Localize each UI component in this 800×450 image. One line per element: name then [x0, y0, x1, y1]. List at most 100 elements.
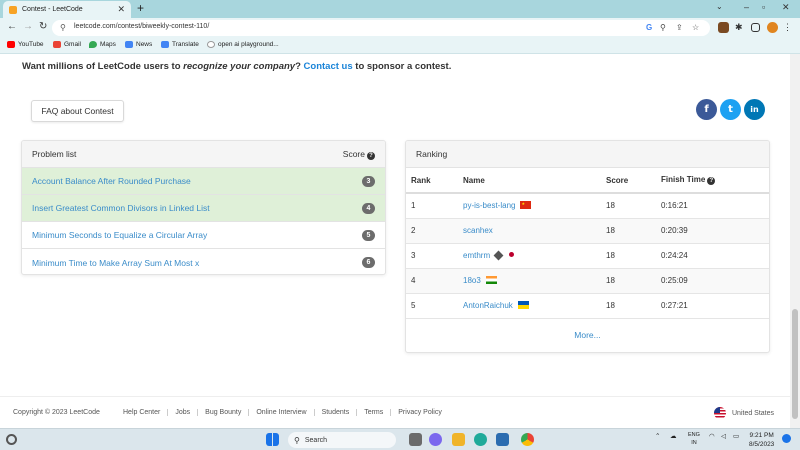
extension-icon[interactable] — [718, 22, 729, 33]
chat-icon[interactable] — [429, 433, 442, 446]
facebook-share-icon[interactable]: f — [696, 99, 717, 120]
problem-row[interactable]: Minimum Time to Make Array Sum At Most x… — [22, 249, 385, 274]
footer-link-bug-bounty[interactable]: Bug Bounty — [197, 409, 248, 416]
footer-link-online-interview[interactable]: Online Interview — [248, 409, 313, 416]
widgets-icon[interactable] — [6, 434, 17, 445]
browser-tab[interactable]: Contest - LeetCode ✕ — [3, 1, 131, 18]
more-ranking-link[interactable]: More... — [406, 318, 769, 350]
puzzle-extensions-icon[interactable]: ✱ — [735, 22, 746, 33]
footer-link-help-center[interactable]: Help Center — [123, 409, 167, 416]
cloud-icon[interactable]: ☁ — [670, 432, 677, 440]
language-indicator[interactable]: ENG IN — [688, 431, 700, 447]
ranking-table: Rank Name Score Finish Time? 1 py-is-best… — [406, 168, 769, 318]
finish-time-cell: 0:20:39 — [656, 217, 769, 243]
bookmark-news[interactable]: News — [125, 41, 152, 48]
taskbar-search[interactable]: ⚲ Search — [288, 432, 396, 448]
ranking-row: 4 18o3 18 0:25:09 — [406, 267, 769, 293]
user-profile-link[interactable]: py-is-best-lang — [463, 201, 515, 210]
reload-icon[interactable]: ↻ — [39, 21, 47, 32]
problem-score-badge: 3 — [362, 175, 375, 187]
footer-link-terms[interactable]: Terms — [356, 409, 390, 416]
india-flag-icon — [485, 276, 497, 284]
score-column-header: Score? — [343, 149, 375, 160]
side-panel-icon[interactable] — [751, 23, 760, 32]
google-icon — [207, 41, 215, 48]
back-arrow-icon[interactable]: ← — [7, 21, 17, 32]
new-tab-button[interactable]: + — [137, 1, 144, 15]
battery-icon[interactable]: ▭ — [733, 432, 739, 440]
contact-us-link[interactable]: Contact us — [304, 61, 353, 72]
page-scrollbar[interactable] — [790, 54, 800, 428]
show-hidden-icons-icon[interactable]: ⌃ — [655, 432, 660, 440]
tab-title: Contest - LeetCode — [22, 6, 83, 13]
bookmark-maps[interactable]: Maps — [89, 41, 116, 48]
menu-dots-icon[interactable]: ⋮ — [783, 22, 794, 33]
bookmark-openai-playground[interactable]: open ai playground... — [207, 41, 279, 48]
notification-badge-icon[interactable] — [782, 434, 791, 443]
score-cell: 18 — [601, 192, 656, 218]
windows-start-icon[interactable] — [266, 433, 279, 446]
url-text[interactable]: leetcode.com/contest/biweekly-contest-11… — [74, 23, 209, 30]
faq-about-contest-button[interactable]: FAQ about Contest — [31, 100, 124, 122]
problem-row[interactable]: Account Balance After Rounded Purchase 3 — [22, 168, 385, 195]
footer-link-students[interactable]: Students — [313, 409, 357, 416]
ukraine-flag-icon — [517, 301, 529, 310]
user-profile-link[interactable]: 18o3 — [463, 276, 481, 285]
user-profile-link[interactable]: AntonRaichuk — [463, 301, 513, 310]
score-cell: 18 — [601, 242, 656, 268]
chrome-icon[interactable] — [521, 433, 534, 446]
problem-title-link[interactable]: Account Balance After Rounded Purchase — [32, 176, 191, 186]
user-badge-icon — [493, 250, 504, 261]
ranking-table-header-row: Rank Name Score Finish Time? — [406, 168, 769, 194]
region-label: United States — [732, 409, 775, 417]
google-lens-icon[interactable]: G — [646, 23, 652, 32]
user-profile-link[interactable]: emthrm — [463, 251, 490, 260]
tab-search-chevron-icon[interactable]: ⌄ — [716, 2, 723, 11]
problem-score-badge: 4 — [362, 202, 375, 214]
footer-link-jobs[interactable]: Jobs — [167, 409, 197, 416]
site-info-icon[interactable]: ⚲ — [60, 23, 66, 32]
edge-browser-icon[interactable] — [474, 433, 487, 446]
system-clock[interactable]: 9:21 PM 8/5/2023 — [749, 431, 774, 449]
user-profile-link[interactable]: scanhex — [463, 226, 493, 235]
problem-title-link[interactable]: Minimum Time to Make Array Sum At Most x — [32, 258, 199, 268]
footer: Copyright © 2023 LeetCode Help Center Job… — [0, 396, 790, 428]
maximize-window-icon[interactable]: ▫ — [762, 2, 765, 12]
bookmark-gmail[interactable]: Gmail — [53, 41, 81, 48]
ranking-row: 5 AntonRaichuk 18 0:27:21 — [406, 292, 769, 318]
scrollbar-thumb[interactable] — [792, 309, 798, 419]
footer-links: Help Center Jobs Bug Bounty Online Intervie… — [123, 409, 449, 416]
problem-row[interactable]: Insert Greatest Common Divisors in Linke… — [22, 195, 385, 222]
footer-link-privacy-policy[interactable]: Privacy Policy — [390, 409, 449, 416]
windows-taskbar: ⚲ Search ⌃ ☁ ENG IN ◠ ◁ ▭ 9:21 PM 8/5/20… — [0, 428, 800, 450]
close-window-icon[interactable]: ✕ — [782, 2, 790, 13]
region-selector[interactable]: United States — [714, 407, 774, 419]
problem-title-link[interactable]: Minimum Seconds to Equalize a Circular A… — [32, 230, 207, 240]
profile-avatar-icon[interactable] — [767, 22, 778, 33]
close-tab-icon[interactable]: ✕ — [117, 4, 125, 15]
rank-cell: 2 — [406, 217, 458, 243]
problem-title-link[interactable]: Insert Greatest Common Divisors in Linke… — [32, 203, 210, 213]
ranking-title: Ranking — [416, 149, 448, 159]
wifi-icon[interactable]: ◠ — [709, 432, 715, 440]
address-bar[interactable]: ⚲ leetcode.com/contest/biweekly-contest-… — [52, 20, 710, 36]
help-question-icon[interactable]: ? — [707, 177, 716, 185]
bookmark-star-icon[interactable]: ☆ — [692, 23, 699, 32]
china-flag-icon: ★ — [520, 201, 532, 210]
minimize-window-icon[interactable]: – — [744, 2, 749, 12]
forward-arrow-icon[interactable]: → — [23, 21, 33, 32]
bookmark-youtube[interactable]: YouTube — [7, 41, 44, 48]
problem-row[interactable]: Minimum Seconds to Equalize a Circular A… — [22, 222, 385, 249]
linkedin-share-icon[interactable]: in — [744, 99, 765, 120]
help-question-icon[interactable]: ? — [367, 151, 375, 160]
bookmark-translate[interactable]: Translate — [161, 41, 199, 48]
finish-time-cell: 0:25:09 — [656, 267, 769, 293]
share-icon[interactable]: ⇪ — [676, 23, 683, 32]
twitter-share-icon[interactable]: t — [720, 99, 741, 120]
ranking-row: 1 py-is-best-lang ★ 18 0:16:21 — [406, 192, 769, 218]
task-view-icon[interactable] — [409, 433, 422, 446]
zoom-icon[interactable]: ⚲ — [660, 23, 666, 32]
file-explorer-icon[interactable] — [452, 433, 465, 446]
store-icon[interactable] — [496, 433, 509, 446]
volume-icon[interactable]: ◁ — [721, 432, 726, 440]
